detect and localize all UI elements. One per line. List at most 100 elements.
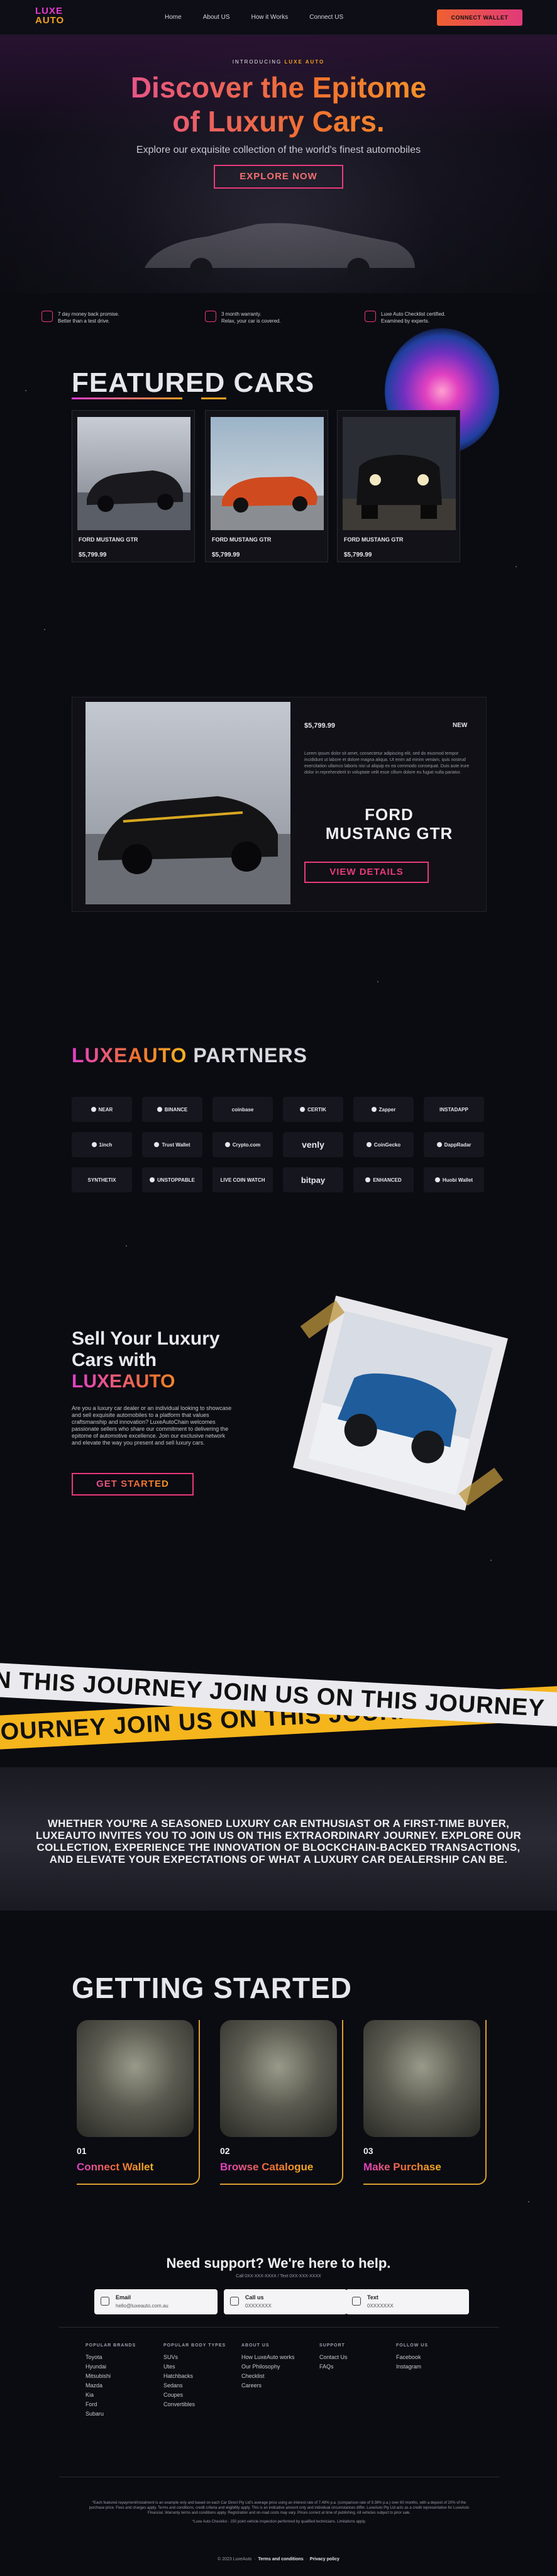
partner-icon [434, 1177, 440, 1182]
partner-logo[interactable]: NEAR [72, 1097, 132, 1122]
car-name: FORD MUSTANG GTR [212, 536, 272, 543]
footer-link[interactable]: Coupes [163, 2390, 226, 2400]
partner-name: venly [302, 1140, 324, 1150]
step-card[interactable]: 02 Browse Catalogue [220, 2020, 343, 2185]
luxeauto-logo[interactable]: LUXE AUTO [35, 6, 64, 25]
partner-logo[interactable]: coinbase [212, 1097, 273, 1122]
partner-logo[interactable]: DappRadar [424, 1132, 484, 1157]
nav-home[interactable]: Home [165, 14, 182, 21]
footer-link[interactable]: Hyundai [85, 2362, 136, 2372]
step-card[interactable]: 03 Make Purchase [363, 2020, 487, 2185]
footer-link[interactable]: Convertibles [163, 2400, 226, 2409]
footer-heading: FOLLOW US [396, 2343, 428, 2348]
partners-title-rest: PARTNERS [193, 1044, 307, 1067]
partner-logo[interactable]: CoinGecko [353, 1132, 414, 1157]
nav-about[interactable]: About US [203, 14, 230, 21]
view-details-button[interactable]: VIEW DETAILS [304, 862, 429, 883]
partner-logo[interactable]: 1inch [72, 1132, 132, 1157]
partner-name: NEAR [98, 1106, 113, 1113]
partner-logo[interactable]: Zapper [353, 1097, 414, 1122]
footer-link[interactable]: Hatchbacks [163, 2372, 226, 2381]
car-card[interactable]: FORD MUSTANG GTR $5,799.99 [72, 410, 195, 562]
partner-logo[interactable]: INSTADAPP [424, 1097, 484, 1122]
partner-logo[interactable]: SYNTHETIX [72, 1167, 132, 1192]
get-started-button[interactable]: GET STARTED [72, 1473, 194, 1496]
nav-how-it-works[interactable]: How it Works [251, 14, 289, 21]
featured-cars-title: FEATURED CARS [72, 367, 315, 398]
feature-line1: 3 month warranty. [221, 311, 262, 317]
privacy-link[interactable]: Privacy policy [310, 2557, 339, 2562]
call-contact[interactable]: Call us 0XXXXXXX [224, 2289, 347, 2314]
getting-started-title: GETTING STARTED [72, 1972, 353, 2004]
car-make: FORD [365, 805, 414, 824]
partner-logo[interactable]: venly [283, 1132, 343, 1157]
partner-logo[interactable]: ENHANCED [353, 1167, 414, 1192]
footer-link[interactable]: Facebook [396, 2353, 428, 2362]
footer-link[interactable]: Contact Us [319, 2353, 348, 2362]
feature-line2: Better than a test drive. [58, 318, 110, 324]
footer-link[interactable]: Mitsubishi [85, 2372, 136, 2381]
footer-link[interactable]: SUVs [163, 2353, 226, 2362]
footer-link[interactable]: Toyota [85, 2353, 136, 2362]
partner-icon [91, 1107, 96, 1112]
partner-logo[interactable]: Crypto.com [212, 1132, 273, 1157]
step-number: 01 [77, 2146, 87, 2156]
partner-icon [300, 1107, 306, 1112]
kicker-brand: LUXE AUTO [284, 59, 325, 65]
nav-connect[interactable]: Connect US [309, 14, 343, 21]
footer-link[interactable]: Subaru [85, 2409, 136, 2419]
enthusiast-text: WHETHER YOU'RE A SEASONED LUXURY CAR ENT… [35, 1818, 522, 1865]
footer-link[interactable]: Kia [85, 2390, 136, 2400]
partner-icon [436, 1142, 442, 1147]
footer-link[interactable]: Our Philosophy [241, 2362, 295, 2372]
new-badge: NEW [453, 722, 468, 729]
sell-title: Sell Your Luxury Cars with LUXEAUTO [72, 1328, 220, 1392]
partner-icon [224, 1142, 230, 1147]
footer-link[interactable]: Utes [163, 2362, 226, 2372]
footer-link[interactable]: Careers [241, 2381, 295, 2390]
partner-name: Huobi Wallet [442, 1177, 473, 1183]
partner-logo[interactable]: bitpay [283, 1167, 343, 1192]
logo-line2: AUTO [35, 15, 65, 26]
spotlight-car-name: FORD MUSTANG GTR [304, 805, 474, 843]
car-price: $5,799.99 [79, 552, 107, 558]
footer-link[interactable]: Instagram [396, 2362, 428, 2372]
hero-title-line2: of Luxury Cars. [172, 105, 385, 138]
sell-title-line1: Sell Your Luxury [72, 1328, 220, 1349]
partner-logo[interactable]: Huobi Wallet [424, 1167, 484, 1192]
footer-link[interactable]: Ford [85, 2400, 136, 2409]
step-card[interactable]: 01 Connect Wallet [77, 2020, 200, 2185]
partners-row-3: SYNTHETIX UNSTOPPABLE LIVE COIN WATCH bi… [72, 1167, 484, 1192]
polaroid-photo [293, 1296, 508, 1511]
car-card[interactable]: FORD MUSTANG GTR $5,799.99 [205, 410, 328, 562]
title-underline-accent [201, 397, 226, 399]
text-contact[interactable]: Text 0XXXXXXX [346, 2289, 469, 2314]
partner-logo[interactable]: LIVE COIN WATCH [212, 1167, 273, 1192]
support-title: Need support? We're here to help. [166, 2255, 391, 2271]
email-contact[interactable]: Email hello@luxeauto.com.au [94, 2289, 218, 2314]
footer-link[interactable]: Sedans [163, 2381, 226, 2390]
partner-logo[interactable]: CERTIK [283, 1097, 343, 1122]
partner-name: Zapper [378, 1106, 396, 1113]
kicker-prefix: INTRODUCING [232, 59, 282, 65]
partner-logo[interactable]: UNSTOPPABLE [142, 1167, 202, 1192]
partner-icon [371, 1107, 377, 1112]
footer-link[interactable]: Mazda [85, 2381, 136, 2390]
car-price: $5,799.99 [344, 552, 372, 558]
partner-name: ENHANCED [373, 1177, 402, 1183]
feature-line2: Relax, your car is covered. [221, 318, 281, 324]
connect-wallet-button[interactable]: CONNECT WALLET [437, 9, 522, 26]
partner-logo[interactable]: BINANCE [142, 1097, 202, 1122]
partner-name: bitpay [301, 1175, 326, 1185]
footer-link[interactable]: How LuxeAuto works [241, 2353, 295, 2362]
partner-icon [150, 1177, 155, 1182]
partner-icon [366, 1142, 372, 1147]
partner-name: BINANCE [164, 1106, 188, 1113]
explore-now-button[interactable]: EXPLORE NOW [214, 165, 343, 189]
partner-logo[interactable]: Trust Wallet [142, 1132, 202, 1157]
car-card[interactable]: FORD MUSTANG GTR $5,799.99 [337, 410, 460, 562]
car-photo [211, 417, 324, 530]
terms-link[interactable]: Terms and conditions [258, 2557, 303, 2562]
footer-link[interactable]: FAQs [319, 2362, 348, 2372]
footer-link[interactable]: Checklist [241, 2372, 295, 2381]
